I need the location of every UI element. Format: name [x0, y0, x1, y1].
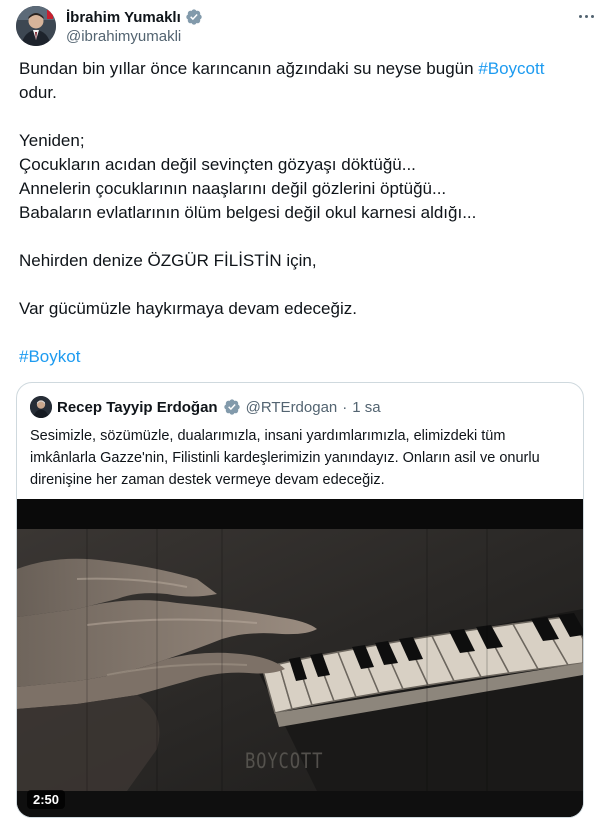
hashtag-link[interactable]: #Boycott — [478, 59, 544, 78]
separator-dot: · — [342, 398, 348, 416]
verified-badge-icon — [185, 8, 203, 26]
quoted-author-handle[interactable]: @RTErdogan — [246, 399, 338, 416]
quoted-author-avatar[interactable] — [30, 396, 52, 418]
video-duration-badge: 2:50 — [27, 790, 66, 809]
quoted-tweet-text: Sesimizle, sözümüzle, dualarımızla, insa… — [30, 428, 540, 488]
tweet-line: Babaların evlatlarının ölüm belgesi deği… — [19, 203, 477, 222]
video-watermark: BOYCOTT — [245, 749, 324, 773]
tweet-body: Bundan bin yıllar önce karıncanın ağzınd… — [19, 57, 589, 369]
author-avatar[interactable] — [16, 6, 56, 46]
tweet-header: İbrahim Yumaklı @ibrahimyumakli — [16, 4, 600, 48]
tweet-line: Annelerin çocuklarının naaşlarını değil … — [19, 179, 447, 198]
tweet-line: Nehirden denize ÖZGÜR FİLİSTİN için, — [19, 251, 317, 270]
author-handle[interactable]: @ibrahimyumakli — [66, 28, 203, 45]
author-name[interactable]: İbrahim Yumaklı — [66, 9, 181, 26]
tweet-line: odur. — [19, 83, 57, 102]
quoted-tweet[interactable]: Recep Tayyip Erdoğan @RTErdogan · 1 sa S… — [16, 382, 584, 818]
hashtag-link[interactable]: #Boykot — [19, 347, 80, 366]
quoted-timestamp[interactable]: 1 sa — [352, 399, 380, 416]
verified-badge-icon — [223, 398, 241, 416]
tweet-line: Var gücümüzle haykırmaya devam edeceğiz. — [19, 299, 357, 318]
more-options-icon[interactable] — [574, 6, 598, 26]
video-player[interactable]: BOYCOTT 2:50 — [17, 499, 583, 817]
tweet-line: Yeniden; — [19, 131, 85, 150]
tweet-line: Çocukların acıdan değil sevinçten gözyaş… — [19, 155, 416, 174]
tweet-line: Bundan bin yıllar önce karıncanın ağzınd… — [19, 59, 479, 78]
quoted-author-name[interactable]: Recep Tayyip Erdoğan — [57, 399, 218, 416]
